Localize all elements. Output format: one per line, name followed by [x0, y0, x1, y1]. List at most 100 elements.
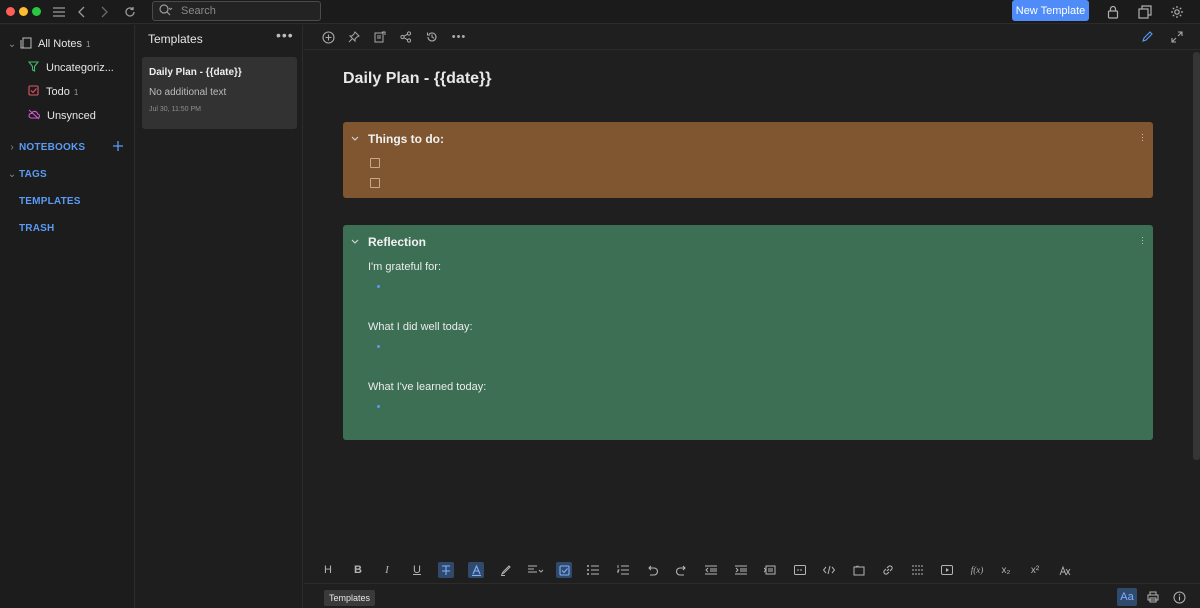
collapse-chevron-icon[interactable] — [351, 237, 361, 247]
superscript-button[interactable]: x² — [1027, 562, 1043, 578]
section-label: TAGS — [19, 168, 47, 180]
collapse-chevron-icon[interactable] — [351, 134, 361, 144]
block-title: Things to do: — [368, 132, 444, 146]
strikethrough-icon[interactable] — [438, 562, 454, 578]
sidebar: ⌄ All Notes 1 Uncategoriz... Todo 1 Unsy… — [0, 25, 135, 608]
print-icon[interactable] — [1144, 588, 1162, 606]
more-options-icon[interactable]: ••• — [452, 30, 466, 44]
pin-icon[interactable] — [347, 30, 361, 44]
link-icon[interactable] — [880, 562, 896, 578]
new-template-button[interactable]: New Template — [1012, 0, 1089, 21]
section-label: TRASH — [19, 222, 55, 234]
indent-icon[interactable] — [733, 562, 749, 578]
minimize-window-button[interactable] — [19, 7, 28, 16]
sidebar-item-label: Todo — [46, 86, 70, 98]
todo-count: 1 — [73, 87, 79, 97]
cloud-off-icon — [28, 109, 41, 123]
reflection-prompt[interactable]: What I've learned today: — [368, 381, 486, 393]
back-arrow-icon[interactable] — [73, 3, 91, 21]
reflection-prompt[interactable]: What I did well today: — [368, 321, 473, 333]
bullet-point[interactable] — [377, 345, 380, 348]
lock-icon[interactable] — [1104, 3, 1122, 21]
undo-icon[interactable] — [644, 562, 660, 578]
note-export-icon[interactable] — [373, 30, 387, 44]
underline-button[interactable]: U — [409, 562, 425, 578]
todo-checkbox-icon — [28, 85, 39, 99]
note-card-date: Jul 30, 11:50 PM — [149, 106, 202, 113]
sidebar-item-todo[interactable]: Todo 1 — [28, 82, 78, 102]
settings-gear-icon[interactable] — [1168, 3, 1186, 21]
heading-button[interactable]: H — [320, 562, 336, 578]
math-button[interactable]: f(x) — [968, 562, 986, 578]
sidebar-section-tags[interactable]: ⌄ TAGS — [6, 164, 47, 184]
sidebar-section-templates[interactable]: TEMPLATES — [19, 191, 81, 211]
subscript-button[interactable]: x₂ — [998, 562, 1014, 578]
quote-icon[interactable] — [792, 562, 808, 578]
block-title: Reflection — [368, 235, 427, 249]
forward-arrow-icon[interactable] — [95, 3, 113, 21]
sidebar-item-uncategorized[interactable]: Uncategoriz... — [27, 58, 114, 78]
bullet-point[interactable] — [377, 405, 380, 408]
new-window-icon[interactable] — [1136, 3, 1154, 21]
italic-button[interactable]: I — [379, 562, 395, 578]
editor-toolbar: ••• — [304, 25, 1200, 50]
block-header[interactable]: Things to do: — [351, 132, 444, 146]
chevron-down-icon[interactable]: ⌄ — [6, 39, 18, 50]
code-icon[interactable] — [821, 562, 837, 578]
redo-icon[interactable] — [674, 562, 690, 578]
checklist-icon[interactable] — [556, 562, 572, 578]
font-size-toggle[interactable]: Aa — [1117, 588, 1137, 606]
format-toolbar: H B I U f(x) x₂ x² — [304, 558, 1200, 582]
highlighter-icon[interactable] — [497, 562, 513, 578]
add-notebook-plus-icon[interactable] — [112, 140, 124, 155]
comment-block-icon[interactable] — [762, 562, 778, 578]
close-window-button[interactable] — [6, 7, 15, 16]
video-embed-icon[interactable] — [939, 562, 955, 578]
block-menu-icon[interactable]: · · · — [1141, 130, 1144, 145]
sidebar-item-label: Unsynced — [47, 110, 96, 122]
notes-stack-icon — [20, 37, 32, 52]
refresh-icon[interactable] — [121, 3, 139, 21]
numbered-list-icon[interactable] — [615, 562, 631, 578]
add-circle-icon[interactable] — [321, 30, 335, 44]
notebook-chip[interactable]: Templates — [324, 590, 376, 606]
bold-button[interactable]: B — [350, 562, 366, 578]
document-title[interactable]: Daily Plan - {{date}} — [343, 70, 492, 88]
chevron-down-icon[interactable]: ⌄ — [6, 169, 18, 180]
outdent-icon[interactable] — [703, 562, 719, 578]
sidebar-item-unsynced[interactable]: Unsynced — [28, 106, 96, 126]
title-bar: Search New Template — [0, 0, 1200, 24]
reflection-block[interactable]: Reflection · · · I'm grateful for: What I … — [343, 225, 1153, 440]
todo-checkbox[interactable] — [370, 178, 380, 188]
info-icon[interactable] — [1170, 588, 1188, 606]
text-color-icon[interactable] — [468, 562, 484, 578]
reflection-prompt[interactable]: I'm grateful for: — [368, 261, 441, 273]
maximize-window-button[interactable] — [32, 7, 41, 16]
search-input[interactable]: Search — [152, 1, 321, 21]
chevron-right-icon[interactable]: › — [6, 142, 18, 153]
sidebar-item-all-notes[interactable]: ⌄ All Notes 1 — [6, 34, 90, 54]
expand-fullscreen-icon[interactable] — [1170, 30, 1184, 44]
search-icon — [159, 3, 173, 19]
clear-format-icon[interactable] — [1057, 562, 1073, 578]
status-bar: Templates Aa — [304, 583, 1200, 608]
divider-icon[interactable] — [910, 562, 926, 578]
edit-pencil-icon[interactable] — [1140, 30, 1154, 44]
todo-block[interactable]: Things to do: · · · — [343, 122, 1153, 198]
sidebar-section-trash[interactable]: TRASH — [19, 218, 54, 238]
sidebar-section-notebooks[interactable]: › NOTEBOOKS — [6, 137, 131, 157]
share-icon[interactable] — [399, 30, 413, 44]
note-card[interactable]: Daily Plan - {{date}} No additional text… — [142, 57, 297, 129]
editor-scrollbar[interactable] — [1193, 52, 1200, 460]
align-dropdown-icon[interactable] — [526, 562, 546, 578]
todo-checkbox[interactable] — [370, 158, 380, 168]
bullet-list-icon[interactable] — [585, 562, 601, 578]
note-list-panel: Templates ••• Daily Plan - {{date}} No a… — [136, 25, 303, 608]
bullet-point[interactable] — [377, 285, 380, 288]
block-header[interactable]: Reflection — [351, 235, 426, 249]
block-menu-icon[interactable]: · · · — [1141, 233, 1144, 248]
hamburger-menu-icon[interactable] — [50, 3, 68, 21]
code-block-icon[interactable] — [851, 562, 867, 578]
history-icon[interactable] — [425, 30, 439, 44]
more-options-icon[interactable]: ••• — [276, 27, 294, 43]
